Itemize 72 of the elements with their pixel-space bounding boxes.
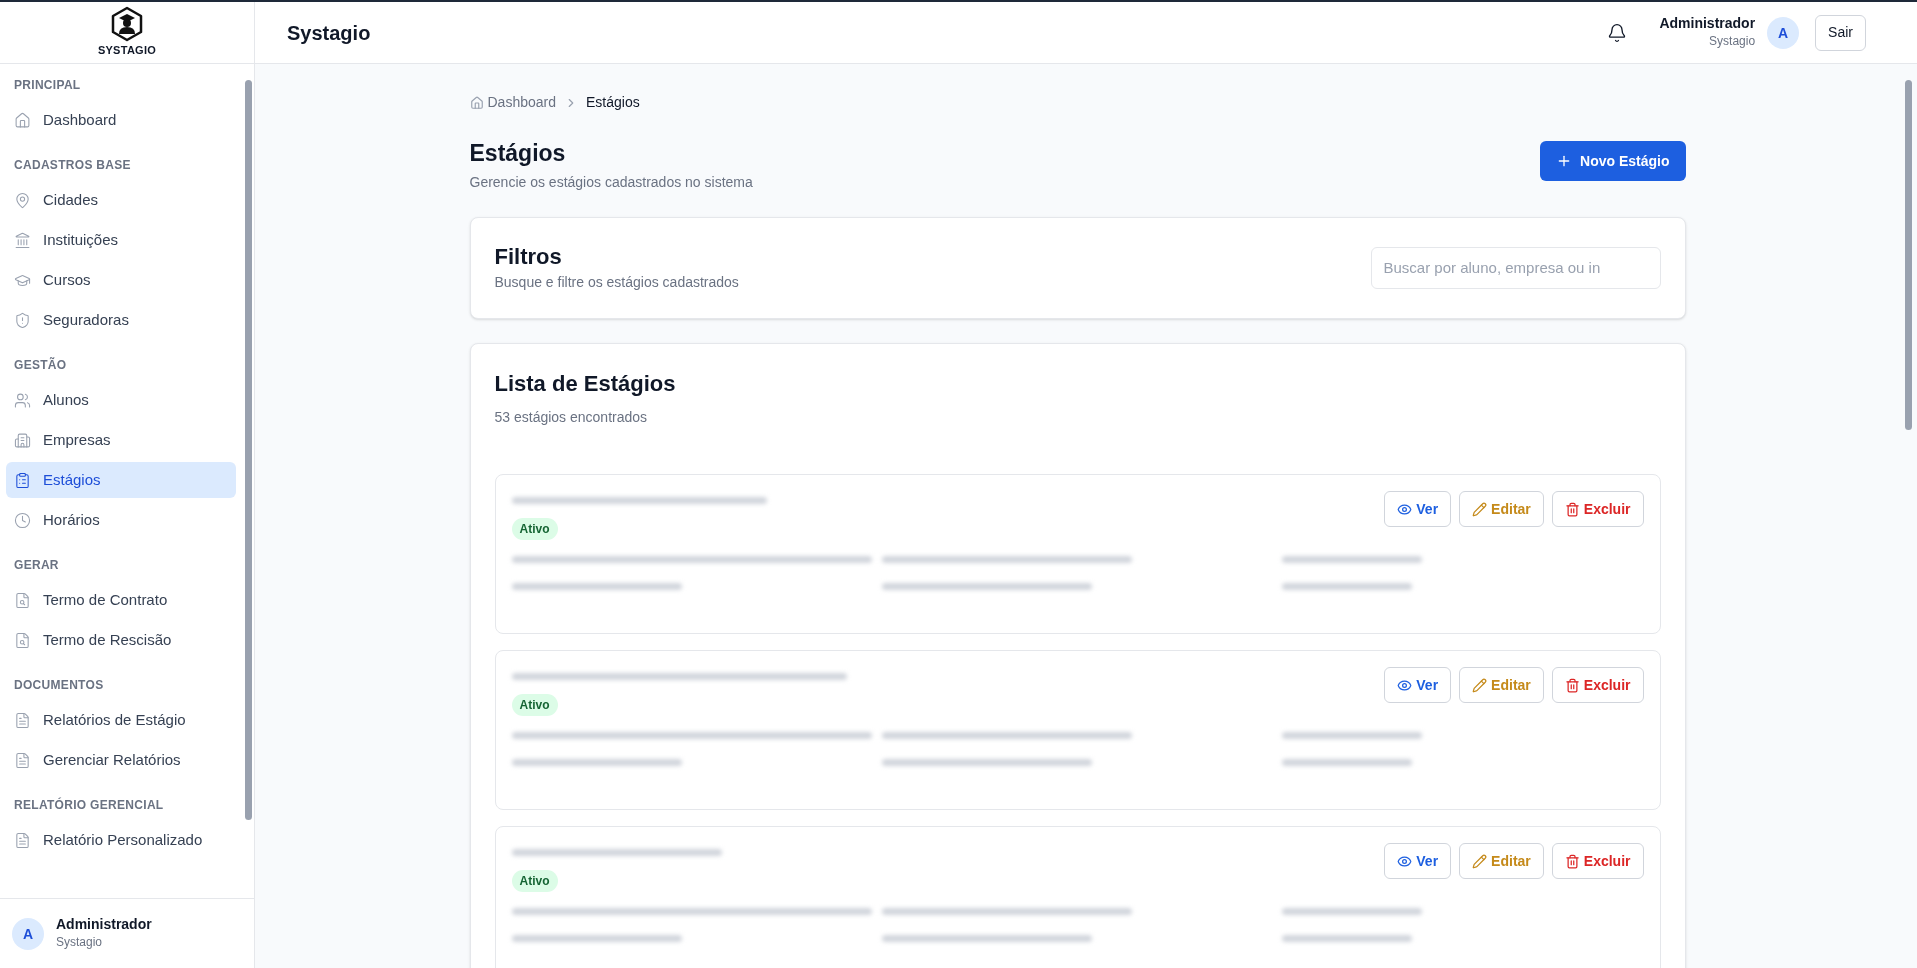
status-tag: Ativo	[511, 694, 558, 717]
sidebar-item[interactable]: Instituições	[6, 222, 236, 258]
status-tag: Ativo	[511, 870, 558, 893]
sidebar-item[interactable]: Relatórios de Estágio	[6, 702, 236, 738]
sidebar-item[interactable]: Estágios	[6, 462, 236, 498]
logout-button[interactable]: Sair	[1815, 14, 1866, 51]
view-button[interactable]: Ver	[1384, 667, 1452, 704]
breadcrumb-link[interactable]: Dashboard	[487, 92, 556, 113]
user-org: Systagio	[1709, 33, 1756, 51]
delete-button[interactable]: Excluir	[1551, 491, 1644, 528]
sidebar-item[interactable]: Cidades	[6, 182, 236, 218]
app-title: Systagio	[287, 20, 371, 46]
sidebar-item[interactable]: Horários	[6, 502, 236, 538]
sidebar-item[interactable]: Seguradoras	[6, 302, 236, 338]
home-icon	[469, 95, 484, 110]
eye-icon	[1397, 677, 1413, 693]
trash-icon	[1564, 853, 1580, 869]
bank-icon	[14, 231, 31, 249]
eye-icon	[1397, 501, 1413, 517]
avatar: A	[1767, 16, 1800, 49]
section-heading: GESTÃO	[13, 356, 68, 374]
pencil-icon	[1472, 853, 1488, 869]
pencil-icon	[1472, 501, 1488, 517]
section-heading: GERAR	[13, 557, 60, 574]
view-button[interactable]: Ver	[1384, 491, 1452, 528]
card-subtitle: Busque e filtre os estágios cadastrados	[494, 273, 739, 292]
section-heading: CADASTROS BASE	[13, 157, 132, 174]
card-title: Filtros	[494, 242, 563, 270]
sidebar-item[interactable]: Relatório Personalizado	[6, 822, 236, 858]
user-name: Administrador	[1659, 14, 1756, 33]
search-field[interactable]: Buscar por aluno, empresa ou in	[1370, 246, 1661, 289]
sidebar-item[interactable]: Termo de Rescisão	[6, 622, 236, 658]
page-title: Estágios	[469, 139, 567, 168]
view-button[interactable]: Ver	[1384, 843, 1452, 880]
section-heading: DOCUMENTOS	[13, 677, 105, 694]
new-internship-button[interactable]: Novo Estágio	[1540, 141, 1686, 181]
document-icon	[14, 711, 31, 729]
document-icon	[14, 831, 31, 849]
eye-icon	[1397, 853, 1413, 869]
avatar: A	[12, 917, 44, 950]
status-tag: Ativo	[511, 518, 558, 541]
sidebar-item[interactable]: Gerenciar Relatórios	[6, 742, 236, 778]
pencil-icon	[1472, 677, 1488, 693]
section-heading: PRINCIPAL	[13, 77, 82, 94]
shield-icon	[14, 311, 31, 329]
delete-button[interactable]: Excluir	[1551, 843, 1644, 880]
user-name: Administrador	[56, 915, 152, 934]
sidebar-item[interactable]: Alunos	[6, 382, 236, 418]
file-search-icon	[14, 591, 31, 609]
card-title: Lista de Estágios	[494, 369, 677, 398]
clock-icon	[14, 511, 31, 529]
sidebar-item[interactable]: Termo de Contrato	[6, 582, 236, 618]
delete-button[interactable]: Excluir	[1551, 667, 1644, 704]
brand-name: SYSTAGIO	[97, 43, 157, 59]
sidebar-item[interactable]: Empresas	[6, 422, 236, 458]
page-subtitle: Gerencie os estágios cadastrados no sistema	[469, 172, 753, 192]
notification-bell-icon[interactable]	[1607, 22, 1628, 43]
document-icon	[14, 751, 31, 769]
building-icon	[14, 431, 31, 449]
section-heading: RELATÓRIO GERENCIAL	[13, 796, 165, 814]
sidebar-item[interactable]: Cursos	[6, 262, 236, 298]
map-pin-icon	[14, 191, 31, 209]
home-icon	[14, 111, 31, 129]
users-icon	[14, 391, 31, 409]
user-org: Systagio	[56, 934, 104, 952]
sidebar-item[interactable]: Dashboard	[6, 102, 236, 138]
result-count: 53 estágios encontrados	[494, 408, 649, 428]
trash-icon	[1564, 677, 1580, 693]
clipboard-icon	[14, 471, 31, 489]
trash-icon	[1564, 501, 1580, 517]
logo-icon	[109, 6, 145, 43]
file-search-icon	[14, 631, 31, 649]
